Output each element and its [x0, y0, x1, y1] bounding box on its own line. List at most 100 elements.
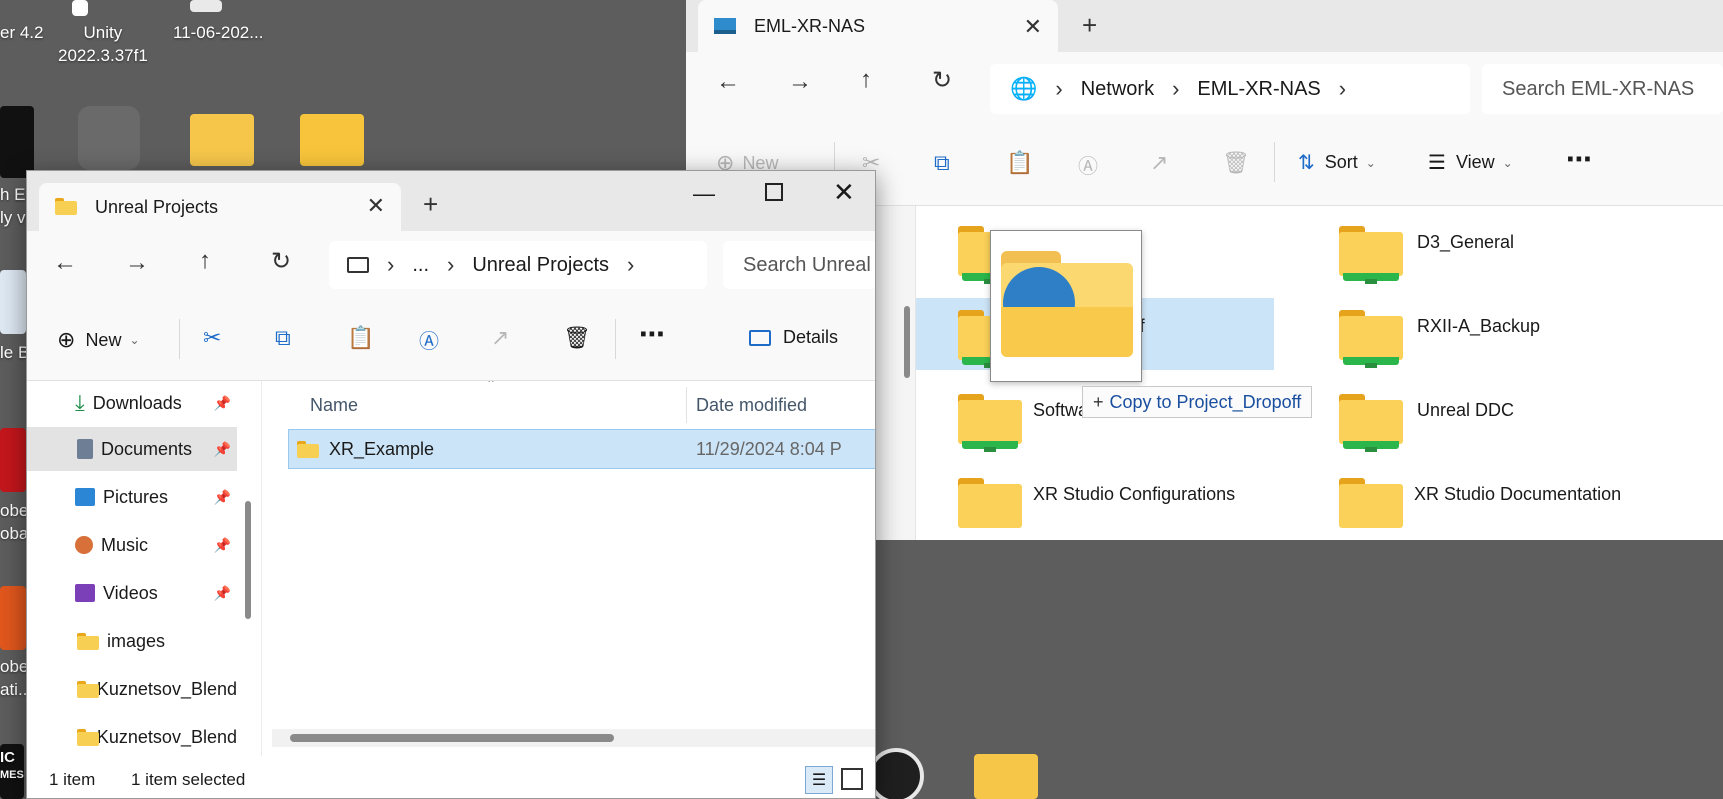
share-icon[interactable]: ↗ — [1150, 150, 1168, 176]
folder-unreal-ddc[interactable] — [1339, 394, 1403, 452]
zip-folder-icon[interactable] — [300, 114, 364, 166]
pin-icon[interactable]: 📌 — [214, 537, 231, 554]
adobe-app-icon[interactable] — [0, 586, 26, 650]
search-input[interactable]: Search EML-XR-NAS — [1482, 64, 1723, 114]
folder-name[interactable]: Softwa — [1033, 400, 1088, 421]
close-tab-icon[interactable]: ✕ — [1024, 14, 1042, 40]
more-options-icon[interactable]: ⋯ — [639, 319, 665, 350]
close-tab-icon[interactable]: ✕ — [367, 193, 385, 219]
folder-xr-studio-documentation[interactable] — [1339, 478, 1403, 536]
sidebar-item-pictures[interactable]: Pictures 📌 — [27, 475, 237, 519]
more-options-icon[interactable]: ⋯ — [1566, 144, 1592, 175]
sidebar-item-kuznetsov-blend[interactable]: Kuznetsov_Blend — [27, 715, 237, 756]
desktop-icon-recycle-bin[interactable]: le B — [0, 342, 29, 365]
column-header-name[interactable]: Name — [310, 395, 358, 416]
desktop-icon-label: MES — [0, 769, 24, 782]
desktop-icon-unity[interactable]: Unity 2022.3.37f1 — [58, 22, 148, 68]
paste-icon[interactable]: 📋 — [1006, 150, 1033, 176]
rename-icon[interactable]: Ⓐ — [419, 325, 439, 354]
folder-d3-general[interactable] — [1339, 226, 1403, 284]
new-label: New — [85, 329, 122, 350]
desktop-icon[interactable]: er 4.2 — [0, 22, 43, 45]
sidebar-item-documents[interactable]: Documents 📌 — [27, 427, 237, 471]
search-input[interactable]: Search Unreal — [723, 241, 875, 289]
pin-icon[interactable]: 📌 — [214, 441, 231, 458]
acrobat-icon[interactable] — [0, 428, 26, 492]
horizontal-scrollbar[interactable] — [272, 729, 875, 747]
maximize-icon[interactable] — [765, 183, 783, 201]
folder-name[interactable]: RXII-A_Backup — [1417, 316, 1540, 337]
back-arrow-icon[interactable]: ← — [53, 249, 77, 277]
pin-icon[interactable]: 📌 — [214, 585, 231, 602]
sort-button[interactable]: ⇅ Sort ⌄ — [1298, 150, 1376, 175]
sidebar-scrollbar-thumb[interactable] — [245, 501, 251, 619]
details-button[interactable]: Details — [749, 327, 838, 348]
tab-title: Unreal Projects — [95, 196, 219, 217]
desktop-icon[interactable]: h E ly v — [0, 184, 26, 230]
folder-xr-studio-configurations[interactable] — [958, 478, 1022, 536]
close-window-icon[interactable]: ✕ — [833, 177, 855, 208]
desktop-icon-file[interactable]: 11-06-202... — [173, 22, 263, 45]
sidebar-item-music[interactable]: Music 📌 — [27, 523, 237, 567]
tab-eml-xr-nas[interactable]: EML-XR-NAS ✕ — [698, 0, 1058, 52]
share-icon[interactable]: ↗ — [491, 325, 509, 351]
copy-icon[interactable]: ⧉ — [275, 325, 291, 351]
column-divider[interactable] — [686, 387, 687, 423]
desktop-icon-game[interactable]: IC MES — [0, 748, 24, 783]
forward-arrow-icon[interactable]: → — [125, 249, 149, 277]
folder-m-icon[interactable] — [190, 114, 254, 166]
view-button[interactable]: ☰ View ⌄ — [1428, 150, 1513, 175]
desktop-icon-label: obe — [0, 657, 29, 676]
column-header-date[interactable]: Date modified — [696, 395, 807, 416]
divider — [1274, 142, 1275, 182]
folder-software[interactable] — [958, 394, 1022, 452]
rename-icon[interactable]: Ⓐ — [1078, 150, 1098, 179]
paste-icon[interactable]: 📋 — [347, 325, 374, 351]
folder-name[interactable]: Unreal DDC — [1417, 400, 1514, 421]
folder-rxii-a-backup[interactable] — [1339, 310, 1403, 368]
address-bar[interactable]: 🌐 › Network › EML-XR-NAS › — [990, 64, 1470, 114]
breadcrumb-network[interactable]: Network — [1081, 78, 1154, 101]
tiles-view-icon[interactable] — [841, 768, 863, 790]
delete-icon[interactable]: 🗑 — [1222, 150, 1250, 176]
new-button[interactable]: ⊕ New ⌄ — [57, 327, 140, 353]
address-bar[interactable]: › ... › Unreal Projects › — [329, 241, 707, 289]
back-arrow-icon[interactable]: ← — [716, 68, 740, 96]
scrollbar-thumb[interactable] — [290, 734, 614, 742]
app-icon[interactable] — [0, 106, 34, 178]
new-tab-icon[interactable]: + — [423, 189, 438, 220]
folder-name[interactable]: XR Studio Documentation — [1414, 484, 1621, 505]
recycle-bin-icon[interactable] — [0, 270, 26, 334]
new-tab-icon[interactable]: + — [1082, 10, 1097, 41]
minimize-icon[interactable]: — — [693, 181, 715, 207]
folder-name[interactable]: XR Studio Configurations — [1033, 484, 1235, 505]
pin-icon[interactable]: 📌 — [214, 395, 231, 412]
folder-icon[interactable] — [974, 754, 1038, 799]
details-view-icon[interactable]: ☰ — [805, 766, 833, 794]
sidebar-item-kuznetsov-blend[interactable]: Kuznetsov_Blend — [27, 667, 237, 711]
table-row[interactable]: XR_Example 11/29/2024 8:04 P — [288, 429, 875, 469]
pin-icon[interactable]: 📌 — [214, 489, 231, 506]
up-arrow-icon[interactable]: ↑ — [199, 247, 211, 275]
tab-unreal-projects[interactable]: Unreal Projects ✕ — [39, 183, 401, 231]
refresh-icon[interactable]: ↻ — [271, 247, 291, 276]
breadcrumb-overflow[interactable]: ... — [412, 254, 429, 277]
obs-icon[interactable] — [868, 748, 924, 799]
navigation-pane: ⤓ Downloads 📌 Documents 📌 Pictures 📌 Mus… — [27, 381, 259, 756]
breadcrumb-unreal-projects[interactable]: Unreal Projects — [472, 254, 609, 277]
scrollbar-thumb[interactable] — [904, 306, 910, 378]
refresh-icon[interactable]: ↻ — [932, 66, 952, 95]
sidebar-item-images[interactable]: images — [27, 619, 237, 663]
cut-icon[interactable]: ✂ — [203, 325, 221, 351]
unreal-projects-window: Unreal Projects ✕ + — ✕ ← → ↑ ↻ › ... › … — [26, 170, 876, 799]
sidebar-item-downloads[interactable]: ⤓ Downloads 📌 — [27, 381, 237, 425]
delete-icon[interactable]: 🗑 — [563, 325, 591, 351]
up-arrow-icon[interactable]: ↑ — [860, 66, 872, 94]
folder-name[interactable]: D3_General — [1417, 232, 1514, 253]
item-count: 1 item — [49, 770, 96, 789]
sidebar-item-videos[interactable]: Videos 📌 — [27, 571, 237, 615]
forward-arrow-icon[interactable]: → — [788, 68, 812, 96]
unity-hub-icon[interactable] — [78, 106, 140, 170]
breadcrumb-eml-xr-nas[interactable]: EML-XR-NAS — [1197, 78, 1320, 101]
copy-icon[interactable]: ⧉ — [934, 150, 950, 176]
